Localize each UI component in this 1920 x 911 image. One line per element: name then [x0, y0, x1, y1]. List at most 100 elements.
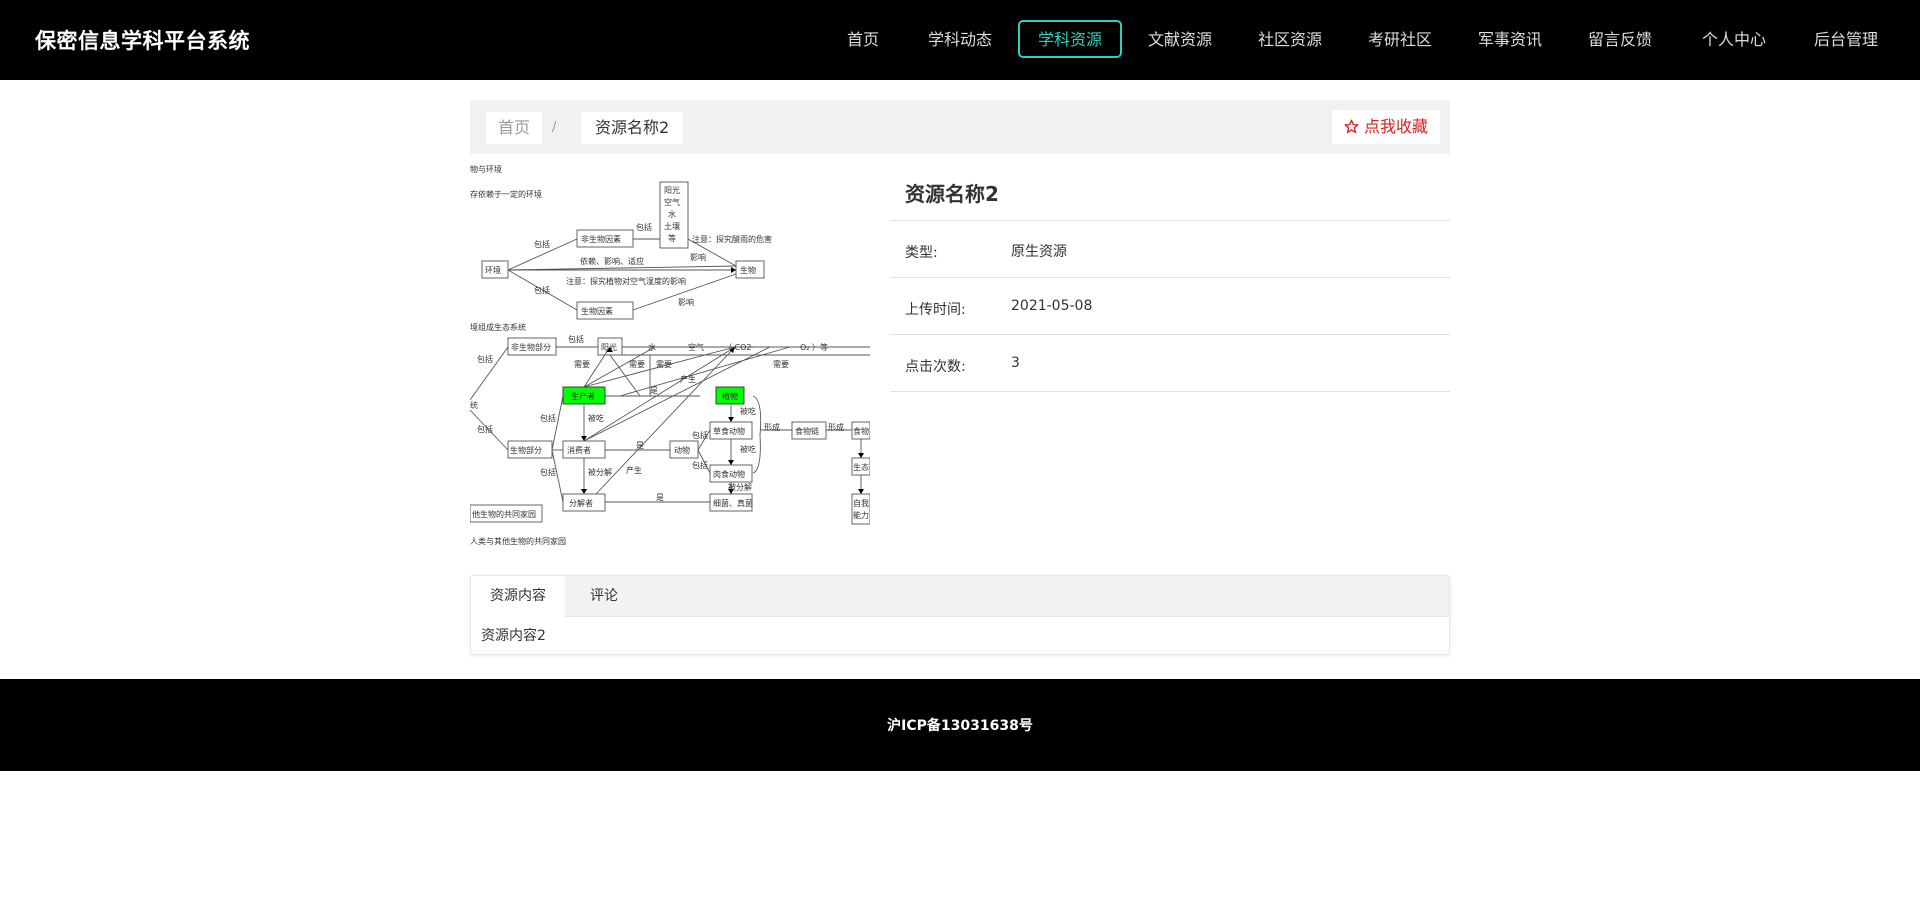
abiotic-factor-box: 非生物因素 — [581, 234, 621, 244]
note-humidity: 注意：探究植物对空气湿度的影响 — [566, 276, 686, 286]
diagram-heading-1-sub: 存依赖于一定的环境 — [470, 189, 542, 199]
star-outline-icon — [1344, 119, 1359, 134]
tab-comments[interactable]: 评论 — [571, 576, 637, 616]
decomposer-box: 分解者 — [569, 498, 593, 508]
upload-time-value: 2021-05-08 — [1011, 298, 1093, 314]
eaten-label: 被吃 — [740, 406, 756, 416]
type-label: 类型: — [905, 245, 938, 261]
carnivore-box: 肉食动物 — [713, 469, 745, 479]
site-brand[interactable]: 保密信息学科平台系统 — [35, 25, 250, 55]
animal-box: 动物 — [674, 445, 690, 455]
abiotic-item: 水 — [668, 209, 676, 219]
breadcrumb: 首页 / 资源名称2 点我收藏 — [470, 100, 1450, 154]
decompose-label: 被分解 — [728, 482, 752, 492]
co2-label: （ CO2 — [724, 343, 752, 352]
tab-resource-content[interactable]: 资源内容 — [471, 576, 565, 617]
top-navbar: 保密信息学科平台系统 首页 学科动态 学科资源 文献资源 社区资源 考研社区 军… — [0, 0, 1920, 80]
nav-subject-resources[interactable]: 学科资源 — [1018, 20, 1123, 58]
self-regulation-node: 自我 — [853, 498, 869, 508]
biotic-part-box: 生物部分 — [510, 445, 542, 455]
breadcrumb-current: 资源名称2 — [581, 112, 684, 144]
tab-content: 资源内容2 — [481, 628, 546, 644]
upload-time-label: 上传时间: — [905, 302, 966, 318]
form-label: 形成 — [828, 422, 844, 432]
tab-header: 资源内容 评论 — [471, 576, 1449, 617]
abiotic-item: 阳光 — [664, 185, 680, 195]
relation-label: 依赖、影响、适应 — [580, 256, 644, 266]
footer: 沪ICP备13031638号 — [0, 679, 1920, 771]
divider — [890, 334, 1450, 335]
divider — [890, 277, 1450, 278]
diagram-heading-1: 物与环境 — [470, 164, 502, 174]
herbivore-box: 草食动物 — [713, 426, 745, 436]
ecosystem-node: 生态 — [853, 462, 869, 472]
include-label: 包括 — [540, 413, 556, 423]
click-count-value: 3 — [1011, 355, 1020, 371]
need-label: 需要 — [656, 360, 672, 369]
food-chain-box: 食物链 — [795, 426, 819, 436]
click-count-label: 点击次数: — [905, 359, 966, 375]
include-label: 包括 — [636, 222, 652, 232]
include-label: 包括 — [534, 239, 550, 249]
divider — [890, 220, 1450, 221]
include-label: 包括 — [692, 430, 708, 440]
need-label: 需要 — [773, 360, 789, 369]
nav-home[interactable]: 首页 — [827, 20, 899, 58]
nav-military-news[interactable]: 军事资讯 — [1458, 20, 1562, 58]
abiotic-item: 土壤 — [664, 221, 680, 231]
influence-label: 影响 — [690, 252, 706, 262]
nav-personal-center[interactable]: 个人中心 — [1682, 20, 1786, 58]
form-label: 形成 — [764, 422, 780, 432]
breadcrumb-home[interactable]: 首页 — [486, 112, 543, 144]
diagram-heading-2: 境组成生态系统 — [470, 322, 526, 332]
need-label: 需要 — [574, 360, 590, 369]
ecosystem-concept-map: 物与环境 存依赖于一定的环境 阳光 空气 水 土壤 等 非生物因素 包括 包括 … — [469, 164, 871, 546]
organism-box: 生物 — [740, 265, 756, 275]
environment-box: 环境 — [485, 265, 501, 275]
include-label: 包括 — [477, 354, 493, 364]
type-value: 原生资源 — [1011, 244, 1067, 260]
influence-label: 影响 — [678, 297, 694, 307]
consumer-box: 消费者 — [567, 445, 591, 455]
nav-community-resources[interactable]: 社区资源 — [1238, 20, 1342, 58]
include-label: 包括 — [540, 467, 556, 477]
breadcrumb-separator: / — [552, 120, 557, 135]
food-web-box: 食物 — [853, 426, 869, 436]
produce-label: 产生 — [680, 374, 696, 384]
favorite-label: 点我收藏 — [1363, 117, 1428, 136]
icp-record[interactable]: 沪ICP备13031638号 — [0, 715, 1920, 735]
abiotic-item: 空气 — [664, 197, 680, 207]
bacteria-fungi-box: 细菌、真菌 — [713, 498, 753, 508]
nav-subject-news[interactable]: 学科动态 — [908, 20, 1012, 58]
nav-exam-community[interactable]: 考研社区 — [1348, 20, 1452, 58]
nav-feedback[interactable]: 留言反馈 — [1568, 20, 1672, 58]
include-label: 包括 — [477, 424, 493, 434]
is-label: 是 — [636, 441, 644, 450]
note-acid-rain: 注意：探究酸雨的危害 — [692, 234, 772, 244]
sunlight-label: 阳光 — [601, 342, 617, 352]
is-label: 是 — [650, 386, 658, 395]
eaten-label: 被吃 — [740, 444, 756, 454]
include-label: 包括 — [534, 285, 550, 295]
abiotic-item: 等 — [668, 233, 676, 243]
nonbiotic-part-box: 非生物部分 — [511, 342, 551, 352]
content-tabs: 资源内容 评论 资源内容2 — [470, 575, 1450, 655]
resource-image: 物与环境 存依赖于一定的环境 阳光 空气 水 土壤 等 非生物因素 包括 包括 … — [469, 160, 871, 556]
producer-box: 生产者 — [571, 391, 595, 401]
air-label: 空气 — [688, 342, 704, 352]
favorite-button[interactable]: 点我收藏 — [1331, 110, 1440, 144]
is-label: 是 — [656, 493, 664, 502]
produce-label: 产生 — [626, 465, 642, 475]
need-label: 需要 — [629, 360, 645, 369]
nav-literature[interactable]: 文献资源 — [1128, 20, 1232, 58]
ability-node: 能力 — [853, 510, 869, 520]
o2-label: O₂ ）等 — [800, 342, 828, 352]
biotic-factor-box: 生物因素 — [581, 306, 613, 316]
decompose-label: 被分解 — [588, 467, 612, 477]
divider — [890, 391, 1450, 392]
nav-admin[interactable]: 后台管理 — [1794, 20, 1898, 58]
diagram-footer-text: 人类与其他生物的共同家园 — [470, 536, 566, 546]
eaten-label: 被吃 — [588, 413, 604, 423]
include-label: 包括 — [568, 334, 584, 344]
water-label: 水 — [648, 342, 656, 352]
